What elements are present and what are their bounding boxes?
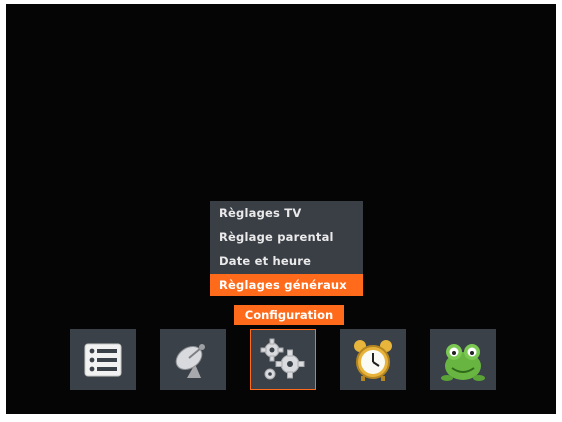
category-label: Configuration: [234, 305, 344, 325]
satellite-dish-icon[interactable]: [160, 329, 226, 390]
menu-item-tv-settings[interactable]: Règlages TV: [210, 202, 363, 224]
alarm-clock-icon[interactable]: [340, 329, 406, 390]
menu-item-general-settings[interactable]: Règlages généraux: [210, 274, 363, 296]
submenu: Règlages TV Règlage parental Date et heu…: [210, 201, 363, 296]
gears-icon[interactable]: [250, 329, 316, 390]
tv-screen: Règlages TV Règlage parental Date et heu…: [0, 4, 562, 422]
list-icon[interactable]: [70, 329, 136, 390]
menu-item-parental-control[interactable]: Règlage parental: [210, 226, 363, 248]
frog-mascot-icon[interactable]: [430, 329, 496, 390]
screen-bottom-edge: [0, 414, 562, 422]
menu-item-date-time[interactable]: Date et heure: [210, 250, 363, 272]
